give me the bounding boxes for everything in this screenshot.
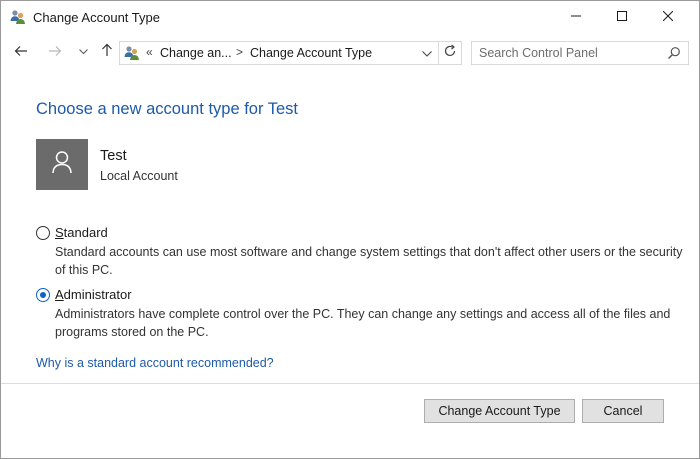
address-history-button[interactable] xyxy=(420,46,434,60)
standard-radio[interactable] xyxy=(36,226,50,240)
refresh-icon xyxy=(443,44,457,63)
user-icon xyxy=(51,150,73,179)
search-icon[interactable] xyxy=(667,46,683,62)
page-title: Choose a new account type for Test xyxy=(36,100,299,118)
arrow-up-icon xyxy=(101,43,113,61)
user-name: Test xyxy=(100,148,127,164)
administrator-label[interactable]: Administrator xyxy=(55,287,132,302)
maximize-icon xyxy=(617,8,627,26)
users-control-panel-icon xyxy=(10,9,26,25)
maximize-button[interactable] xyxy=(599,1,645,33)
avatar xyxy=(36,139,88,190)
administrator-label-mnemonic: A xyxy=(55,287,64,302)
administrator-radio[interactable] xyxy=(36,288,50,302)
breadcrumb-item-parent[interactable]: Change an... xyxy=(160,46,232,60)
recent-locations-button[interactable] xyxy=(73,42,93,62)
close-icon xyxy=(662,8,674,26)
breadcrumb-item-current[interactable]: Change Account Type xyxy=(250,46,372,60)
standard-label-text: tandard xyxy=(63,225,108,240)
forward-button[interactable] xyxy=(45,42,65,62)
address-bar[interactable]: « Change an... > Change Account Type xyxy=(119,41,439,65)
refresh-button[interactable] xyxy=(438,41,462,65)
breadcrumb-overflow[interactable]: « xyxy=(146,45,153,59)
minimize-icon xyxy=(571,8,581,26)
up-button[interactable] xyxy=(97,42,117,62)
breadcrumb-separator[interactable]: > xyxy=(236,45,243,59)
search-box[interactable] xyxy=(471,41,689,65)
window-title: Change Account Type xyxy=(33,10,160,25)
change-account-type-button[interactable]: Change Account Type xyxy=(424,399,575,423)
standard-label-mnemonic: S xyxy=(55,225,64,240)
close-button[interactable] xyxy=(645,1,691,33)
standard-description: Standard accounts can use most software … xyxy=(55,245,683,277)
navigation-bar: « Change an... > Change Account Type xyxy=(1,34,699,70)
chevron-down-icon xyxy=(422,44,432,62)
standard-account-help-link[interactable]: Why is a standard account recommended? xyxy=(36,356,274,370)
search-input[interactable] xyxy=(473,43,663,63)
administrator-description: Administrators have complete control ove… xyxy=(55,307,671,339)
standard-label[interactable]: Standard xyxy=(55,225,108,240)
back-button[interactable] xyxy=(11,42,31,62)
user-account-type: Local Account xyxy=(100,169,178,183)
arrow-right-icon xyxy=(48,44,62,61)
title-bar: Change Account Type xyxy=(1,1,699,34)
change-account-type-window: Change Account Type « Change an... > Cha… xyxy=(0,0,700,459)
arrow-left-icon xyxy=(14,44,28,61)
footer-divider xyxy=(1,383,699,384)
minimize-button[interactable] xyxy=(553,1,599,33)
users-control-panel-icon xyxy=(124,45,140,61)
chevron-down-icon xyxy=(78,47,88,58)
cancel-button[interactable]: Cancel xyxy=(582,399,664,423)
administrator-label-text: dministrator xyxy=(63,287,132,302)
